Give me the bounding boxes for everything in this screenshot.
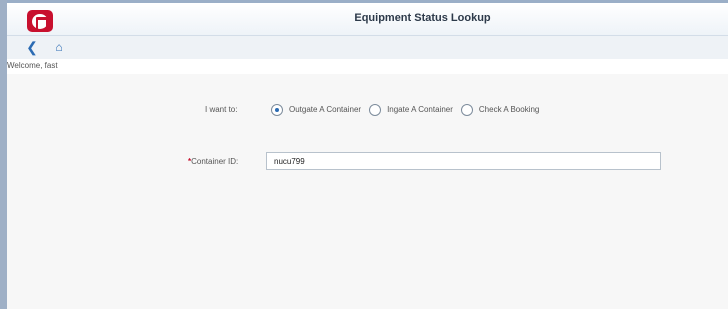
radio-label-check-booking: Check A Booking xyxy=(478,105,540,114)
home-icon[interactable]: ⌂ xyxy=(52,39,66,55)
app-header: Equipment Status Lookup xyxy=(7,3,728,36)
radio-option-ingate[interactable]: Ingate A Container xyxy=(369,103,453,117)
radio-ingate[interactable] xyxy=(369,104,382,116)
radio-check-booking[interactable] xyxy=(460,104,473,116)
radio-label-ingate: Ingate A Container xyxy=(387,105,453,114)
intent-radio-group: Outgate A Container Ingate A Container C… xyxy=(271,103,547,117)
radio-outgate[interactable] xyxy=(271,104,283,116)
container-id-input[interactable] xyxy=(266,152,661,170)
radio-label-outgate: Outgate A Container xyxy=(289,105,362,114)
intent-label: I want to: xyxy=(205,105,238,114)
radio-option-outgate[interactable]: Outgate A Container xyxy=(271,103,361,117)
container-id-label-text: Container ID: xyxy=(191,157,239,166)
page-title: Equipment Status Lookup xyxy=(354,12,491,24)
welcome-text: Welcome, fast xyxy=(7,61,58,70)
back-chevron-icon[interactable]: ❮ xyxy=(25,39,39,55)
nav-bar: ❮ ⌂ xyxy=(7,36,728,59)
left-edge-bar xyxy=(0,0,7,309)
container-id-label: *Container ID: xyxy=(188,155,238,169)
radio-option-check-booking[interactable]: Check A Booking xyxy=(460,103,540,117)
